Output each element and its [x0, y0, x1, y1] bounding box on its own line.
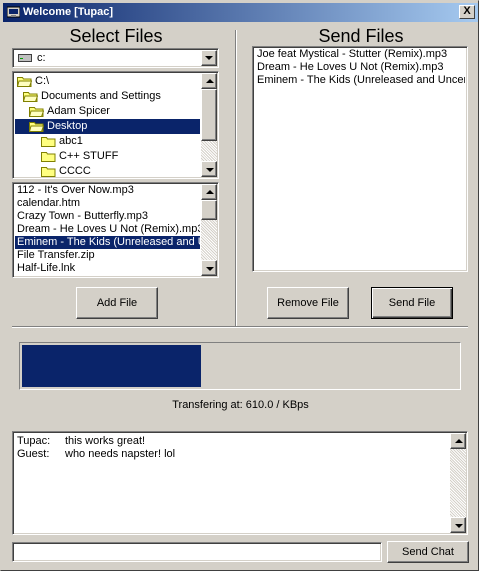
- scroll-down-button[interactable]: [201, 161, 217, 177]
- folder-item-label: C:\: [35, 75, 50, 87]
- folder-item-label: C++ STUFF: [59, 150, 119, 162]
- arrow-down-icon: [455, 524, 463, 528]
- scroll-up-button[interactable]: [201, 184, 217, 200]
- chat-input[interactable]: [12, 542, 382, 562]
- main-window: Welcome [Tupac] X Select Files c: C:\ Doc…: [0, 0, 479, 571]
- scroll-down-button[interactable]: [201, 260, 217, 276]
- send-queue-list[interactable]: Joe feat Mystical - Stutter (Remix).mp3 D…: [252, 46, 468, 272]
- section-divider: [12, 326, 468, 328]
- file-item[interactable]: Half-Life.lnk: [15, 262, 200, 275]
- drive-select[interactable]: c:: [12, 48, 219, 68]
- open-folder-icon: [17, 76, 32, 87]
- arrow-up-icon: [455, 439, 463, 443]
- chat-text: this works great!: [65, 435, 146, 447]
- drive-dropdown-button[interactable]: [201, 50, 217, 66]
- folder-item-label: Desktop: [47, 120, 88, 132]
- folder-item[interactable]: CCCC: [15, 164, 200, 178]
- chat-scrollbar[interactable]: [450, 433, 466, 533]
- scroll-up-button[interactable]: [450, 433, 466, 449]
- file-scrollbar[interactable]: [201, 184, 217, 276]
- app-icon: [7, 6, 20, 18]
- chat-sender: Guest:: [17, 448, 50, 460]
- folder-list[interactable]: C:\ Documents and Settings Adam Spicer Desk…: [12, 71, 219, 179]
- folder-item[interactable]: Documents and Settings: [15, 89, 200, 104]
- transfer-progress-bar: [19, 342, 461, 390]
- window-title: Welcome [Tupac]: [23, 6, 114, 18]
- add-file-label: Add File: [96, 297, 138, 309]
- send-chat-button[interactable]: Send Chat: [387, 541, 469, 563]
- arrow-up-icon: [206, 79, 214, 83]
- drive-value: c:: [37, 52, 46, 64]
- send-file-label: Send File: [388, 297, 436, 309]
- folder-item[interactable]: abc1: [15, 134, 200, 149]
- arrow-down-icon: [206, 168, 214, 172]
- folder-item-label: Documents and Settings: [41, 90, 161, 102]
- title-bar[interactable]: Welcome [Tupac] X: [3, 3, 478, 22]
- scroll-thumb[interactable]: [201, 89, 217, 141]
- folder-icon: [41, 166, 56, 177]
- scroll-thumb[interactable]: [201, 200, 217, 220]
- queue-item[interactable]: Dream - He Loves U Not (Remix).mp3: [255, 61, 465, 74]
- chat-message: Tupac: this works great!: [17, 434, 145, 448]
- folder-item-label: CCCC: [59, 165, 91, 177]
- file-item[interactable]: Eminem - The Kids (Unreleased and Uncens…: [15, 236, 200, 249]
- arrow-up-icon: [206, 190, 214, 194]
- arrow-down-icon: [206, 267, 214, 271]
- add-file-button[interactable]: Add File: [76, 287, 158, 319]
- send-files-heading: Send Files: [318, 26, 404, 46]
- file-list[interactable]: 112 - It's Over Now.mp3 calendar.htm Crazy…: [12, 182, 219, 278]
- open-folder-icon: [23, 91, 38, 102]
- folder-item[interactable]: C++ STUFF: [15, 149, 200, 164]
- scroll-up-button[interactable]: [201, 73, 217, 89]
- file-item[interactable]: Dream - He Loves U Not (Remix).mp3: [15, 223, 200, 236]
- close-icon: X: [463, 5, 471, 17]
- folder-icon: [41, 136, 56, 147]
- chevron-down-icon: [205, 56, 213, 60]
- progress-fill: [22, 345, 201, 387]
- queue-item[interactable]: Eminem - The Kids (Unreleased and Uncens…: [255, 74, 465, 87]
- chat-sender: Tupac:: [17, 435, 51, 447]
- file-item[interactable]: File Transfer.zip: [15, 249, 200, 262]
- panel-divider: [235, 30, 237, 327]
- chat-text: who needs napster! lol: [65, 448, 176, 460]
- remove-file-label: Remove File: [277, 297, 339, 309]
- drive-icon: [18, 54, 32, 62]
- transfer-status: Transfering at: 610.0 / KBps: [172, 399, 309, 411]
- select-files-heading: Select Files: [69, 26, 163, 46]
- chat-message: Guest: who needs napster! lol: [17, 447, 175, 461]
- remove-file-button[interactable]: Remove File: [267, 287, 349, 319]
- file-item[interactable]: Crazy Town - Butterfly.mp3: [15, 210, 200, 223]
- folder-scrollbar[interactable]: [201, 73, 217, 177]
- send-chat-label: Send Chat: [402, 546, 454, 558]
- close-button[interactable]: X: [459, 5, 475, 19]
- folder-icon: [41, 151, 56, 162]
- file-item[interactable]: 112 - It's Over Now.mp3: [15, 184, 200, 197]
- folder-item-label: Adam Spicer: [47, 105, 110, 117]
- scroll-down-button[interactable]: [450, 517, 466, 533]
- queue-item[interactable]: Joe feat Mystical - Stutter (Remix).mp3: [255, 48, 465, 61]
- folder-item[interactable]: Adam Spicer: [15, 104, 200, 119]
- open-folder-icon: [29, 121, 44, 132]
- open-folder-icon: [29, 106, 44, 117]
- folder-item-label: abc1: [59, 135, 83, 147]
- file-item[interactable]: calendar.htm: [15, 197, 200, 210]
- send-file-button[interactable]: Send File: [371, 287, 453, 319]
- folder-item[interactable]: C:\: [15, 74, 200, 89]
- chat-log[interactable]: Tupac: this works great! Guest: who needs n…: [12, 431, 468, 535]
- folder-item[interactable]: Desktop: [15, 119, 200, 134]
